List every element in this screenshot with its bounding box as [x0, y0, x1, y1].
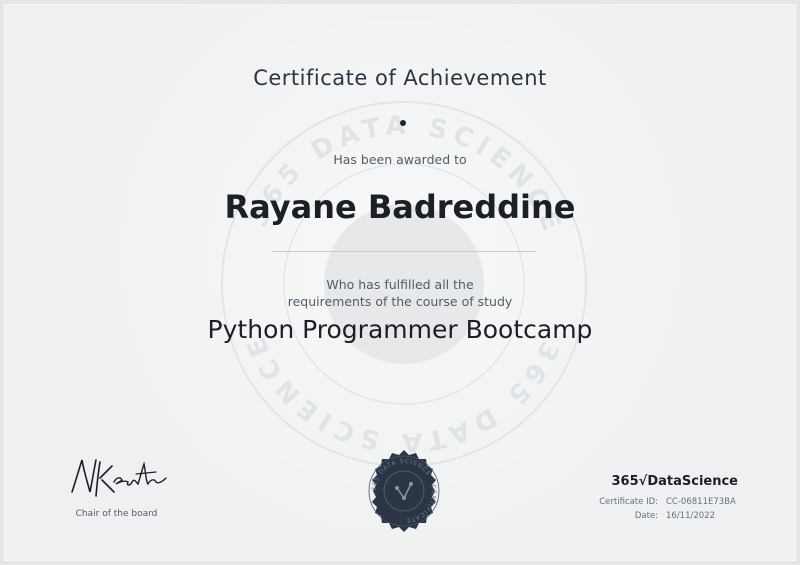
certificate-title: Certificate of Achievement: [253, 66, 547, 90]
awarded-text: Has been awarded to: [333, 152, 467, 167]
watermark-text-lower: 365 DATA SCIENCE: [239, 327, 558, 457]
svg-text:365 DATA SCIENCE: 365 DATA SCIENCE: [239, 327, 564, 457]
signature-caption: Chair of the board: [75, 509, 158, 519]
certificate-id-value: CC-06811E73BA: [666, 497, 736, 507]
signature-image: [71, 459, 167, 497]
fulfilled-line-2: requirements of the course of study: [287, 294, 513, 309]
certificate-id-row: Certificate ID: CC-06811E73BA: [538, 495, 738, 509]
certificate-id-label: Certificate ID:: [599, 497, 658, 507]
fulfilled-line-1: Who has fulfilled all the: [326, 277, 474, 292]
course-name: Python Programmer Bootcamp: [207, 315, 593, 344]
certificate: 365 DATA SCIENCE 365 DATA SCIENCE Certif…: [0, 0, 800, 565]
date-value: 16/11/2022: [666, 511, 715, 521]
fulfilled-text: Who has fulfilled all the requirements o…: [4, 276, 796, 310]
certificate-details: Certificate ID: CC-06811E73BA Date: 16/1…: [538, 495, 738, 523]
brand-logo: 365√DataScience: [611, 474, 738, 489]
date-label: Date:: [634, 511, 658, 521]
name-divider: [272, 251, 536, 252]
divider-dot: [400, 120, 406, 126]
seal-emblem: 365 DATA SCIENCE · CERTIFICATE ·: [368, 450, 440, 532]
recipient-name: Rayane Badreddine: [224, 188, 576, 226]
date-row: Date: 16/11/2022: [538, 509, 738, 523]
